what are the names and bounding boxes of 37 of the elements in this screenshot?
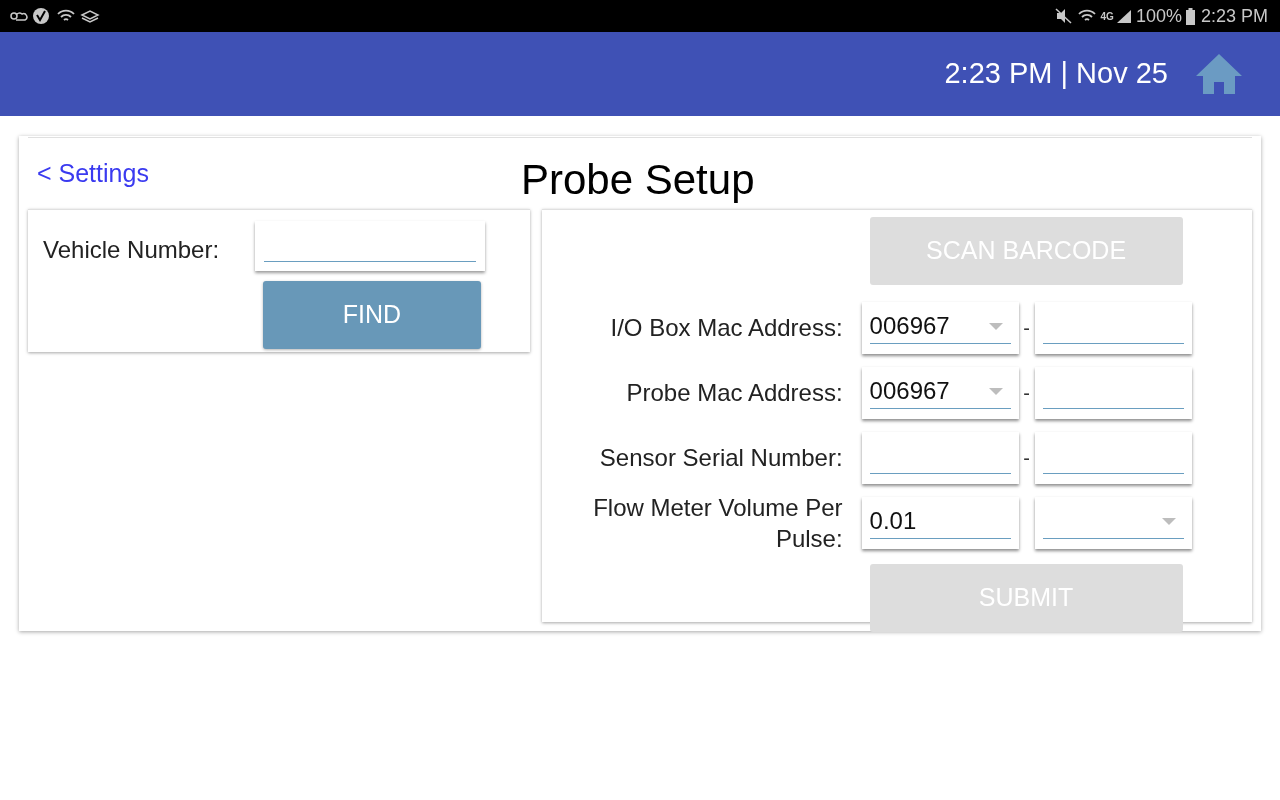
- layers-icon: [80, 9, 100, 23]
- field-label: Flow Meter Volume Per Pulse:: [592, 492, 843, 554]
- dropdown-field[interactable]: 006967: [861, 366, 1019, 419]
- input-field[interactable]: [861, 431, 1019, 484]
- field-label: Sensor Serial Number:: [598, 443, 843, 473]
- mute-icon: [1054, 8, 1073, 24]
- wifi-icon: [56, 8, 76, 24]
- dropdown-field[interactable]: 006967: [861, 301, 1019, 354]
- back-link[interactable]: < Settings: [37, 154, 149, 193]
- signal-icon: [1115, 9, 1132, 23]
- check-icon: [32, 7, 50, 25]
- wifi-icon: [1076, 8, 1097, 24]
- page-title: Probe Setup: [521, 155, 755, 205]
- dropdown-arrow-icon: [1161, 517, 1176, 525]
- field-value: 006967: [869, 311, 950, 341]
- input-field[interactable]: [1034, 431, 1192, 484]
- network-label: 4G: [1100, 9, 1114, 24]
- vehicle-number-label: Vehicle Number:: [43, 235, 220, 265]
- date-time: 2:23 PM | Nov 25: [944, 56, 1168, 92]
- field-value: 0.01: [869, 506, 917, 536]
- vehicle-number-field[interactable]: [255, 221, 485, 271]
- field-label: Probe Mac Address:: [625, 378, 843, 408]
- input-field[interactable]: [1034, 301, 1192, 354]
- dropdown-field[interactable]: [1034, 496, 1192, 549]
- separator: -: [1022, 315, 1031, 341]
- separator: -: [1022, 380, 1031, 406]
- clock: 2:23 PM: [1200, 4, 1268, 28]
- field-value: 006967: [869, 376, 950, 406]
- input-field[interactable]: [1034, 366, 1192, 419]
- separator: -: [1022, 445, 1031, 471]
- dropdown-arrow-icon: [988, 387, 1003, 395]
- field-label: I/O Box Mac Address:: [609, 313, 843, 343]
- input-field[interactable]: 0.01: [861, 496, 1019, 549]
- battery-level: 100%: [1135, 4, 1182, 28]
- dropdown-arrow-icon: [988, 322, 1003, 330]
- battery-icon: [1185, 7, 1195, 25]
- home-icon[interactable]: [1194, 52, 1244, 96]
